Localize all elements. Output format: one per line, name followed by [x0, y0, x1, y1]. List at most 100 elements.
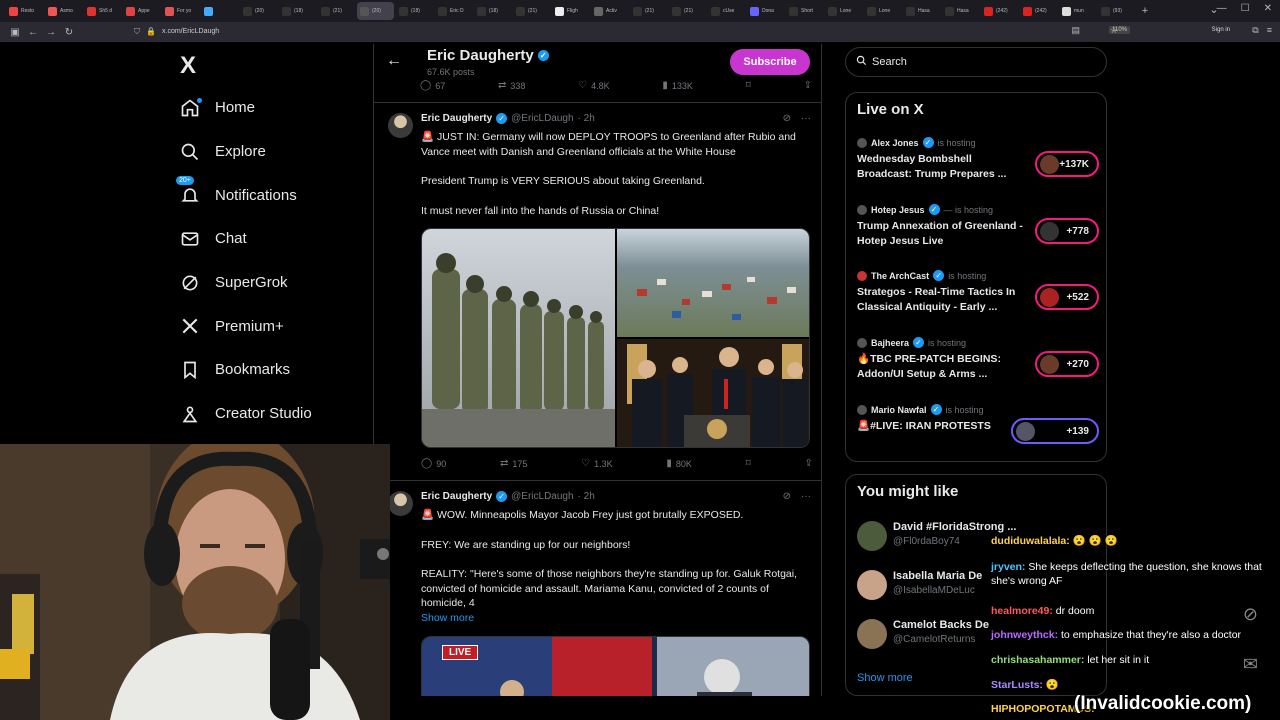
tweet-author-handle[interactable]: @EricLDaugh — [511, 113, 573, 124]
grok-icon[interactable]: ⊘ — [783, 113, 791, 124]
browser-tab[interactable]: Hasa — [942, 2, 979, 20]
browser-tab[interactable]: Dona — [747, 2, 784, 20]
share-button[interactable]: ⇪ — [805, 458, 813, 469]
url-bar[interactable]: ⛉ 🔒 x.com/EricLDaugh — [134, 24, 1114, 39]
listener-count: +270 — [1066, 358, 1089, 370]
sidebar-item-creator-studio[interactable]: Creator Studio — [178, 392, 312, 436]
browser-tab[interactable]: (242) — [981, 2, 1018, 20]
menu-icon[interactable]: ≡ — [1267, 25, 1272, 36]
live-listeners-pill[interactable]: +139 — [1011, 418, 1099, 444]
sidebar-item-home[interactable]: Home — [178, 86, 312, 130]
like-button[interactable]: ♡ 4.8K — [578, 80, 609, 91]
bookmark-star-icon[interactable]: ☆ — [1110, 25, 1118, 36]
live-item[interactable]: Alex Jones ✓ is hosting Wednesday Bombshel… — [857, 137, 1099, 182]
browser-tab[interactable]: Lone — [825, 2, 862, 20]
minimize-icon[interactable]: — — [1217, 3, 1227, 14]
live-item[interactable]: Bajheera ✓ is hosting 🔥TBC PRE-PATCH BEGIN… — [857, 337, 1099, 382]
browser-tab[interactable]: (20) — [240, 2, 277, 20]
more-icon[interactable]: ··· — [801, 491, 811, 502]
sidebar-toggle-icon[interactable]: ▣ — [6, 27, 24, 38]
live-listeners-pill[interactable]: +137K — [1035, 151, 1099, 177]
browser-tab[interactable]: (21) — [513, 2, 550, 20]
tweet-author-name[interactable]: Eric Daugherty — [421, 113, 492, 124]
extensions-icon[interactable]: ⧉ — [1252, 25, 1258, 36]
maximize-icon[interactable]: ☐ — [1241, 3, 1250, 14]
like-button[interactable]: ♡ 1.3K — [581, 458, 612, 469]
views-button[interactable]: ▮ 133K — [662, 80, 693, 91]
reply-button[interactable]: ◯ 67 — [420, 80, 445, 91]
tweet-media-video[interactable]: LIVE — [421, 636, 810, 696]
search-input[interactable]: Search — [845, 47, 1107, 77]
browser-tab[interactable] — [201, 2, 238, 20]
reply-button[interactable]: ◯ 90 — [421, 458, 446, 469]
sidebar-item-notifications[interactable]: 20+ Notifications — [176, 173, 312, 217]
new-tab-button[interactable]: + — [1137, 5, 1153, 17]
share-button[interactable]: ⇪ — [804, 80, 812, 91]
more-icon[interactable]: ··· — [801, 113, 811, 124]
sidebar-item-premium[interactable]: Premium+ — [178, 304, 312, 348]
subscribe-button[interactable]: Subscribe — [730, 49, 810, 75]
reader-view-icon[interactable]: ▤ — [1071, 25, 1080, 36]
live-listeners-pill[interactable]: +778 — [1035, 218, 1099, 244]
grok-icon[interactable]: ⊘ — [1243, 604, 1258, 625]
back-arrow-icon[interactable]: ← — [386, 52, 402, 70]
tweet-time[interactable]: · 2h — [578, 113, 595, 124]
live-listeners-pill[interactable]: +522 — [1035, 284, 1099, 310]
browser-tab[interactable]: (242) — [1020, 2, 1057, 20]
sidebar-item-explore[interactable]: Explore — [178, 130, 312, 174]
browser-tab[interactable]: Sh5 d — [84, 2, 121, 20]
browser-tab[interactable]: (21) — [669, 2, 706, 20]
browser-tab[interactable]: cUse — [708, 2, 745, 20]
bookmark-button[interactable]: ⌑ — [746, 458, 751, 469]
browser-tab[interactable]: (20) — [357, 2, 394, 20]
tweet-time[interactable]: · 2h — [578, 491, 595, 502]
browser-tab[interactable]: (18) — [474, 2, 511, 20]
mail-icon[interactable]: ✉ — [1243, 654, 1258, 675]
tweet[interactable]: Eric Daugherty ✓ @EricLDaugh · 2h ⊘ ··· … — [374, 480, 821, 696]
tweet-media-grid[interactable] — [421, 228, 810, 448]
live-item[interactable]: Hotep Jesus ✓ — is hosting Trump Annexatio… — [857, 204, 1099, 249]
browser-tab[interactable]: For yo — [162, 2, 199, 20]
browser-tab[interactable]: Eric D — [435, 2, 472, 20]
browser-tab[interactable]: mun — [1059, 2, 1096, 20]
repost-button[interactable]: ⇄ 338 — [498, 80, 525, 91]
avatar[interactable] — [388, 113, 413, 138]
reload-icon[interactable]: ↻ — [60, 27, 78, 38]
tweet[interactable]: Eric Daugherty ✓ @EricLDaugh · 2h ⊘ ··· … — [374, 102, 821, 472]
browser-tab[interactable]: Fligh — [552, 2, 589, 20]
live-item[interactable]: The ArchCast ✓ is hosting Strategos - Real… — [857, 270, 1099, 315]
x-logo[interactable]: X — [180, 52, 196, 80]
back-icon[interactable]: ← — [24, 27, 42, 38]
show-more-link[interactable]: Show more — [857, 672, 913, 684]
browser-tab[interactable]: Hasa — [903, 2, 940, 20]
sidebar-item-bookmarks[interactable]: Bookmarks — [178, 348, 312, 392]
grok-icon[interactable]: ⊘ — [783, 491, 791, 502]
browser-tab[interactable]: Activ — [591, 2, 628, 20]
avatar — [857, 521, 887, 551]
forward-icon[interactable]: → — [42, 27, 60, 38]
show-more-link[interactable]: Show more — [421, 612, 474, 624]
browser-tab[interactable]: (21) — [630, 2, 667, 20]
sidebar-item-chat[interactable]: Chat — [178, 217, 312, 261]
chat-username: StarLusts: — [991, 679, 1043, 691]
browser-tab[interactable]: (18) — [396, 2, 433, 20]
browser-tab[interactable]: Lone — [864, 2, 901, 20]
live-listeners-pill[interactable]: +270 — [1035, 351, 1099, 377]
repost-button[interactable]: ⇄ 175 — [500, 458, 527, 469]
bookmark-button[interactable]: ⌑ — [746, 80, 751, 91]
browser-tab[interactable]: Resto — [6, 2, 43, 20]
browser-tab[interactable]: Short — [786, 2, 823, 20]
browser-tab[interactable]: Asmo — [45, 2, 82, 20]
browser-tab[interactable]: Appe — [123, 2, 160, 20]
tweet-author-handle[interactable]: @EricLDaugh — [511, 491, 573, 502]
signin-button[interactable]: Sign in — [1212, 27, 1230, 33]
live-item[interactable]: Mario Nawfal ✓ is hosting 🚨#LIVE: IRAN PRO… — [857, 404, 1099, 444]
views-button[interactable]: ▮ 80K — [666, 458, 692, 469]
tweet-author-name[interactable]: Eric Daugherty — [421, 491, 492, 502]
avatar[interactable] — [388, 491, 413, 516]
sidebar-item-supergrok[interactable]: SuperGrok — [178, 261, 312, 305]
browser-tab[interactable]: (18) — [279, 2, 316, 20]
close-icon[interactable]: ✕ — [1264, 3, 1272, 14]
browser-tab[interactable]: (93) — [1098, 2, 1135, 20]
browser-tab[interactable]: (21) — [318, 2, 355, 20]
